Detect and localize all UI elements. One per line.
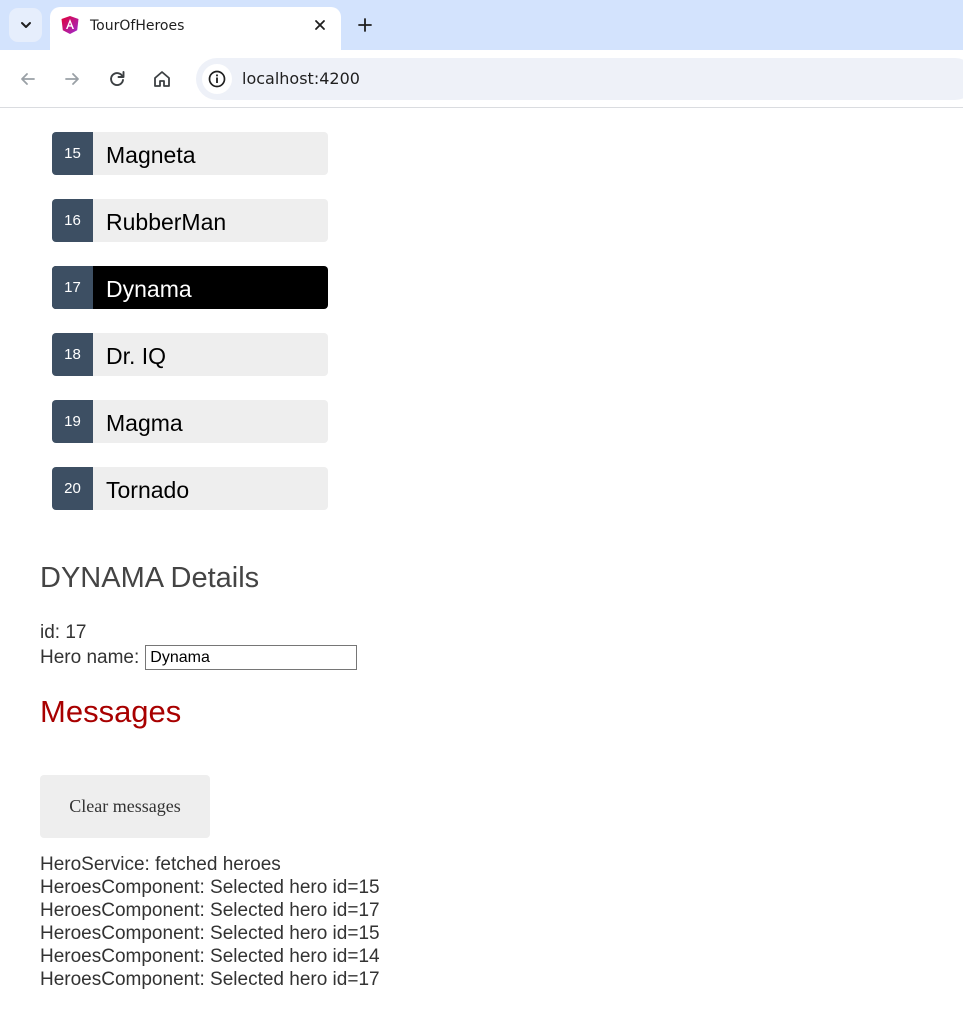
hero-id-badge: 20 — [52, 467, 93, 510]
info-icon — [208, 70, 226, 88]
chevron-down-icon — [20, 22, 31, 28]
forward-button[interactable] — [60, 67, 84, 91]
reload-button[interactable] — [105, 67, 129, 91]
hero-list-item[interactable]: 15 Magneta — [52, 132, 328, 175]
hero-list-item[interactable]: 18 Dr. IQ — [52, 333, 328, 376]
new-tab-button[interactable] — [355, 15, 375, 35]
message-line: HeroesComponent: Selected hero id=17 — [40, 900, 380, 921]
reload-icon — [110, 71, 125, 86]
angular-logo-icon — [61, 16, 79, 34]
home-button[interactable] — [150, 67, 174, 91]
hero-id-badge: 16 — [52, 199, 93, 242]
browser-tab[interactable]: TourOfHeroes — [50, 7, 341, 50]
hero-name: Magneta — [106, 142, 196, 168]
hero-name: Dr. IQ — [106, 343, 167, 369]
tab-title: TourOfHeroes — [90, 18, 185, 34]
browser-toolbar: localhost:4200 — [0, 50, 963, 108]
back-button[interactable] — [16, 67, 40, 91]
hero-name: Dynama — [106, 276, 192, 302]
hero-name: Tornado — [106, 477, 190, 503]
hero-name-label: Hero name: — [40, 646, 140, 668]
message-line: HeroService: fetched heroes — [40, 854, 281, 875]
messages-title: Messages — [40, 694, 182, 729]
hero-name: RubberMan — [106, 209, 227, 235]
message-line: HeroesComponent: Selected hero id=17 — [40, 969, 380, 990]
home-icon — [154, 71, 170, 87]
clear-messages-button[interactable]: Clear messages — [40, 775, 210, 838]
hero-details-title: DYNAMA Details — [40, 562, 260, 594]
hero-id-badge: 19 — [52, 400, 93, 443]
message-list: HeroService: fetched heroes HeroesCompon… — [40, 853, 380, 991]
hero-id-text: id: 17 — [40, 622, 87, 643]
hero-list-item[interactable]: 16 RubberMan — [52, 199, 328, 242]
hero-id-badge: 15 — [52, 132, 93, 175]
hero-list-item[interactable]: 20 Tornado — [52, 467, 328, 510]
site-info-button[interactable] — [202, 64, 232, 94]
hero-list-item-selected[interactable]: 17 Dynama — [52, 266, 328, 309]
plus-icon — [358, 18, 372, 32]
arrow-left-icon — [21, 73, 35, 85]
message-line: HeroesComponent: Selected hero id=14 — [40, 946, 380, 967]
hero-name-input[interactable] — [145, 645, 358, 670]
tab-close-button[interactable] — [311, 16, 329, 34]
close-icon — [315, 20, 325, 30]
hero-name: Magma — [106, 410, 183, 436]
message-line: HeroesComponent: Selected hero id=15 — [40, 923, 380, 944]
address-bar[interactable]: localhost:4200 — [196, 58, 963, 100]
message-line: HeroesComponent: Selected hero id=15 — [40, 877, 380, 898]
arrow-right-icon — [65, 73, 79, 85]
hero-name-row: Hero name: — [40, 645, 358, 670]
browser-tabstrip: TourOfHeroes — [0, 0, 963, 50]
url-text[interactable]: localhost:4200 — [242, 69, 360, 88]
hero-id-badge: 17 — [52, 266, 93, 309]
hero-id-badge: 18 — [52, 333, 93, 376]
tab-search-button[interactable] — [9, 8, 42, 42]
hero-list-item[interactable]: 19 Magma — [52, 400, 328, 443]
hero-list: 15 Magneta 16 RubberMan 17 Dynama 18 Dr.… — [52, 132, 328, 534]
